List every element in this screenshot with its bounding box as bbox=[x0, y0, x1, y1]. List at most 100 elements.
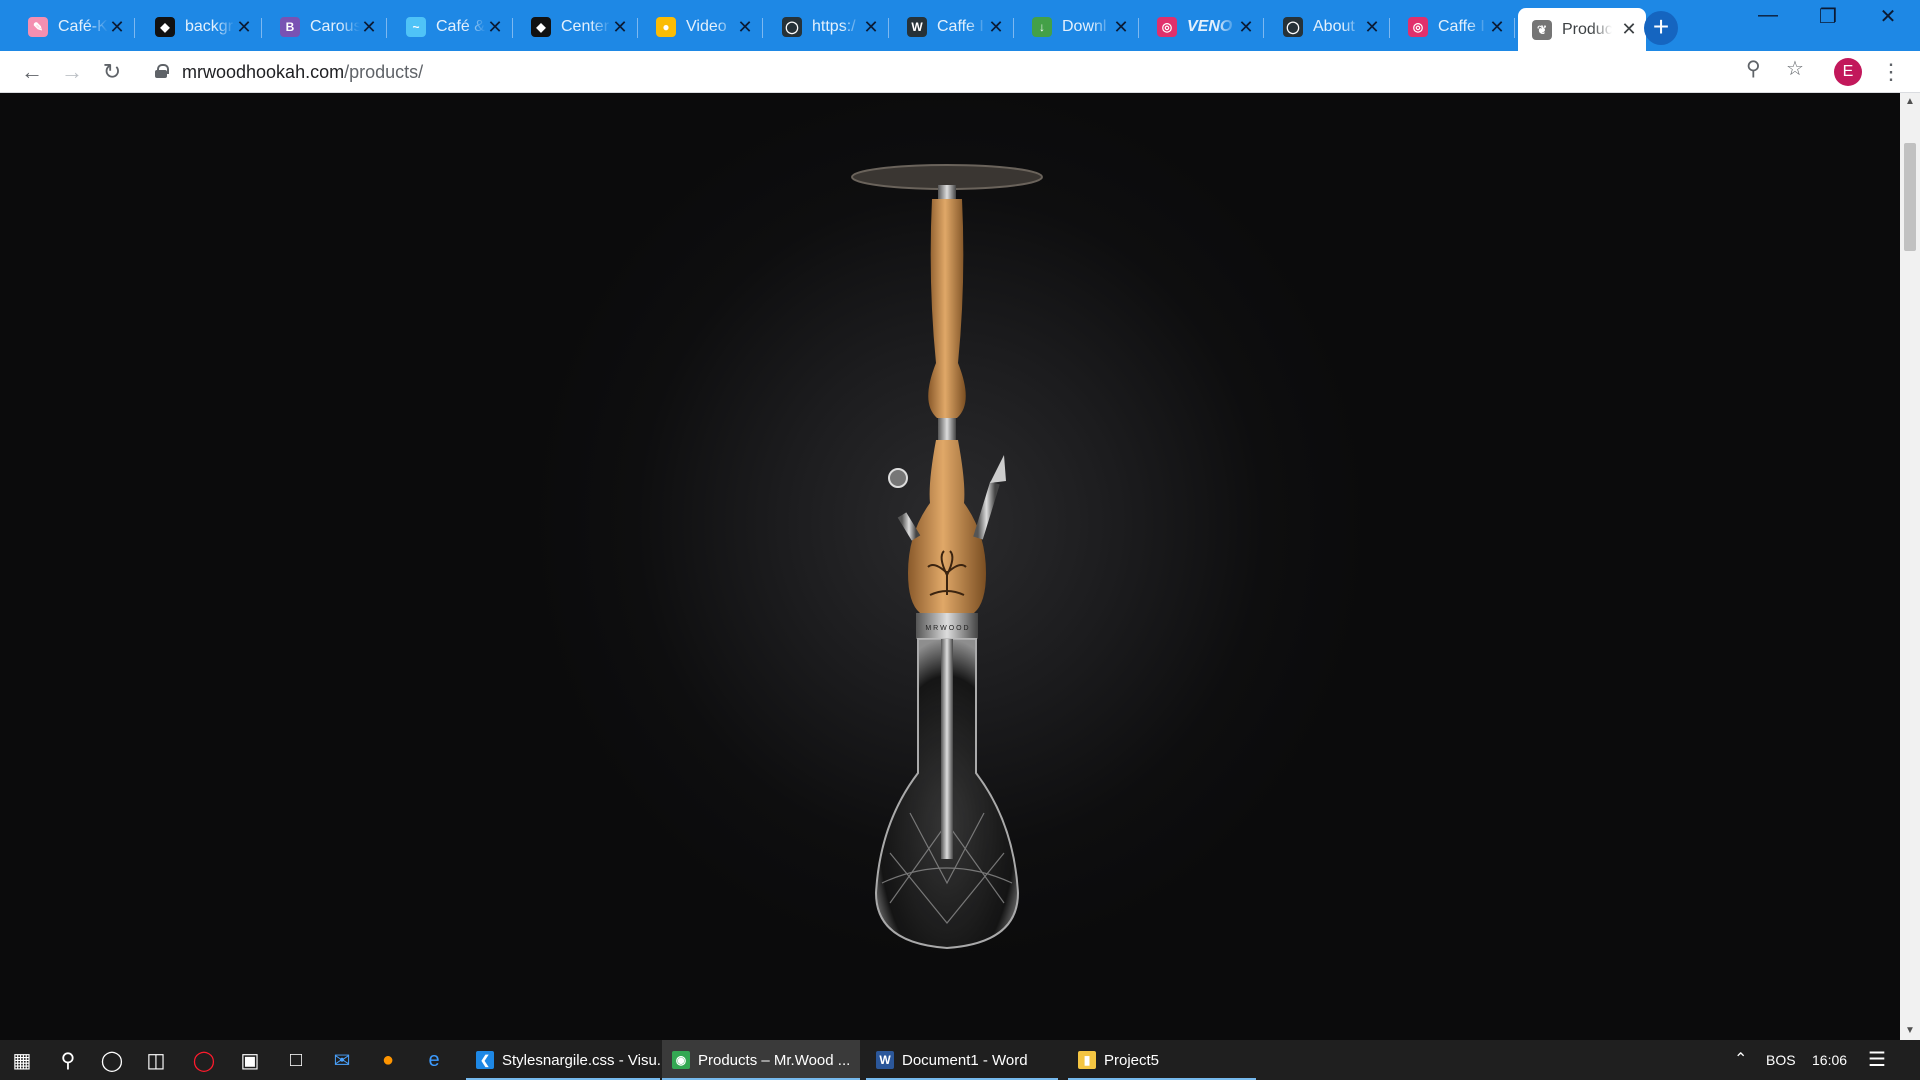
clock[interactable]: 16:06 bbox=[1812, 1040, 1847, 1080]
tab-11[interactable]: ◎ Caffe I ✕ bbox=[1394, 8, 1515, 46]
close-tab-icon[interactable]: ✕ bbox=[736, 17, 754, 38]
site-favicon: ◯ bbox=[782, 17, 802, 37]
chrome-menu-icon[interactable]: ⋮ bbox=[1880, 59, 1902, 85]
tab-8[interactable]: ↓ Downl ✕ bbox=[1018, 8, 1139, 46]
tab-6[interactable]: ◯ https:/ ✕ bbox=[768, 8, 889, 46]
tab-title: Caffe I bbox=[937, 18, 984, 35]
page-scrollbar[interactable]: ▲ ▼ bbox=[1900, 93, 1920, 1040]
bookmark-star-icon[interactable]: ☆ bbox=[1786, 56, 1804, 81]
tray-chevron-icon[interactable]: ⌃ bbox=[1734, 1040, 1747, 1080]
windows-start-icon[interactable]: ▦ bbox=[4, 1044, 40, 1076]
folder-icon: ▮ bbox=[1078, 1051, 1096, 1069]
windows-taskbar: ▦ ⚲ ◯ ◫ ◯ ▣ □ ✉ ● e ❮ Stylesnargile.css -… bbox=[0, 1040, 1920, 1080]
vscode-icon: ❮ bbox=[476, 1051, 494, 1069]
chrome-icon: ◉ bbox=[672, 1051, 690, 1069]
zoom-icon[interactable]: ⚲ bbox=[1746, 56, 1761, 81]
taskbar-app-label: Stylesnargile.css - Visu... bbox=[502, 1051, 670, 1069]
taskbar-app-label: Products – Mr.Wood ... bbox=[698, 1051, 851, 1069]
close-tab-icon[interactable]: ✕ bbox=[1237, 17, 1255, 38]
download-favicon: ↓ bbox=[1032, 17, 1052, 37]
mail-icon[interactable]: ✉ bbox=[324, 1044, 360, 1076]
close-window-button[interactable]: ✕ bbox=[1868, 4, 1908, 32]
taskbar-app-2[interactable]: W Document1 - Word bbox=[866, 1040, 1058, 1080]
url-text[interactable]: mrwoodhookah.com/products/ bbox=[182, 62, 423, 83]
taskbar-app-label: Document1 - Word bbox=[902, 1051, 1028, 1069]
bootstrap-favicon: B bbox=[280, 17, 300, 37]
new-tab-button[interactable]: + bbox=[1644, 11, 1678, 45]
notifications-icon[interactable]: ☰ bbox=[1868, 1040, 1886, 1080]
search-icon[interactable]: ⚲ bbox=[50, 1044, 86, 1076]
back-arrow-icon[interactable]: ← bbox=[18, 58, 46, 86]
minimize-button[interactable]: — bbox=[1748, 4, 1788, 32]
hookah-product-image: M R W O O D bbox=[851, 164, 1043, 950]
tab-title: Produc bbox=[1562, 20, 1612, 38]
tab-4[interactable]: ◆ Center ✕ bbox=[517, 8, 638, 46]
tab-5[interactable]: ● Video ✕ bbox=[642, 8, 763, 46]
edge-icon[interactable]: e bbox=[416, 1044, 452, 1076]
close-tab-icon[interactable]: ✕ bbox=[987, 17, 1005, 38]
tab-title: Center bbox=[561, 18, 610, 35]
collar-engraving: M R W O O D bbox=[925, 625, 968, 632]
url-host: mrwoodhookah.com bbox=[182, 62, 345, 82]
tab-title: Caffe I bbox=[1438, 18, 1485, 35]
cortana-icon[interactable]: ◯ bbox=[94, 1044, 130, 1076]
cafe-k-favicon: ✎ bbox=[28, 17, 48, 37]
tab-7[interactable]: W Caffe I ✕ bbox=[893, 8, 1014, 46]
tab-10[interactable]: ◯ About ✕ bbox=[1269, 8, 1390, 46]
task-view-icon[interactable]: ◫ bbox=[138, 1044, 174, 1076]
tab-strip: ✎ Café-K ✕ ◆ backgr ✕ B Carous ✕ ~ Café & ✕ ◆ Center ✕… bbox=[0, 0, 1920, 51]
store-icon[interactable]: ▣ bbox=[232, 1044, 268, 1076]
codepen-favicon: ◆ bbox=[531, 17, 551, 37]
tab-9[interactable]: ◎ VENO ✕ bbox=[1143, 8, 1264, 46]
close-tab-icon[interactable]: ✕ bbox=[360, 17, 378, 38]
taskbar-app-label: Project5 bbox=[1104, 1051, 1160, 1069]
forward-arrow-icon[interactable]: → bbox=[58, 58, 86, 86]
close-tab-icon[interactable]: ✕ bbox=[235, 17, 253, 38]
right-hose-port bbox=[973, 481, 1000, 540]
wordpress-favicon: W bbox=[907, 17, 927, 37]
language-indicator[interactable]: BOS bbox=[1766, 1040, 1796, 1080]
firefox-icon[interactable]: ● bbox=[370, 1044, 406, 1076]
tab-title: Downl bbox=[1062, 18, 1107, 35]
google-photos-favicon: ● bbox=[656, 17, 676, 37]
tab-3[interactable]: ~ Café & ✕ bbox=[392, 8, 513, 46]
tab-2[interactable]: B Carous ✕ bbox=[266, 8, 387, 46]
profile-avatar[interactable]: E bbox=[1834, 58, 1862, 86]
browser-toolbar: ← → ↻ mrwoodhookah.com/products/ ⚲ ☆ E ⋮ bbox=[0, 51, 1920, 93]
scroll-down-arrow-icon[interactable]: ▼ bbox=[1900, 1022, 1920, 1040]
tab-title: Video bbox=[686, 18, 727, 35]
lock-icon[interactable] bbox=[155, 64, 169, 78]
tab-title: Café & bbox=[436, 18, 485, 35]
page-viewport: M R W O O D bbox=[0, 93, 1900, 1040]
restore-button[interactable]: ❐ bbox=[1808, 4, 1848, 32]
tab-1[interactable]: ◆ backgr ✕ bbox=[141, 8, 262, 46]
word-icon: W bbox=[876, 1051, 894, 1069]
address-bar[interactable]: mrwoodhookah.com/products/ bbox=[143, 55, 1783, 89]
cafe-favicon: ~ bbox=[406, 17, 426, 37]
close-tab-icon[interactable]: ✕ bbox=[1112, 17, 1130, 38]
scroll-up-arrow-icon[interactable]: ▲ bbox=[1900, 93, 1920, 111]
tab-title: https:/ bbox=[812, 18, 856, 35]
tab-12[interactable]: ❦ Produc ✕ bbox=[1518, 8, 1646, 51]
tab-title: Carous bbox=[310, 18, 360, 35]
tab-title: Café-K bbox=[58, 18, 108, 35]
left-hose-port bbox=[897, 512, 921, 541]
taskbar-app-3[interactable]: ▮ Project5 bbox=[1068, 1040, 1256, 1080]
close-tab-icon[interactable]: ✕ bbox=[611, 17, 629, 38]
taskbar-app-1[interactable]: ◉ Products – Mr.Wood ... bbox=[662, 1040, 860, 1080]
opera-icon[interactable]: ◯ bbox=[186, 1044, 222, 1076]
scrollbar-thumb[interactable] bbox=[1904, 143, 1916, 251]
reload-icon[interactable]: ↻ bbox=[98, 58, 126, 86]
close-tab-icon[interactable]: ✕ bbox=[1620, 19, 1638, 40]
taskbar-app-0[interactable]: ❮ Stylesnargile.css - Visu... bbox=[466, 1040, 669, 1080]
close-tab-icon[interactable]: ✕ bbox=[1363, 17, 1381, 38]
url-path: /products/ bbox=[344, 62, 424, 82]
tab-0[interactable]: ✎ Café-K ✕ bbox=[14, 8, 135, 46]
file-icon[interactable]: □ bbox=[278, 1044, 314, 1076]
close-tab-icon[interactable]: ✕ bbox=[108, 17, 126, 38]
close-tab-icon[interactable]: ✕ bbox=[862, 17, 880, 38]
close-tab-icon[interactable]: ✕ bbox=[486, 17, 504, 38]
upper-wood-shaft bbox=[928, 199, 966, 418]
close-tab-icon[interactable]: ✕ bbox=[1488, 17, 1506, 38]
purge-valve bbox=[888, 468, 908, 488]
